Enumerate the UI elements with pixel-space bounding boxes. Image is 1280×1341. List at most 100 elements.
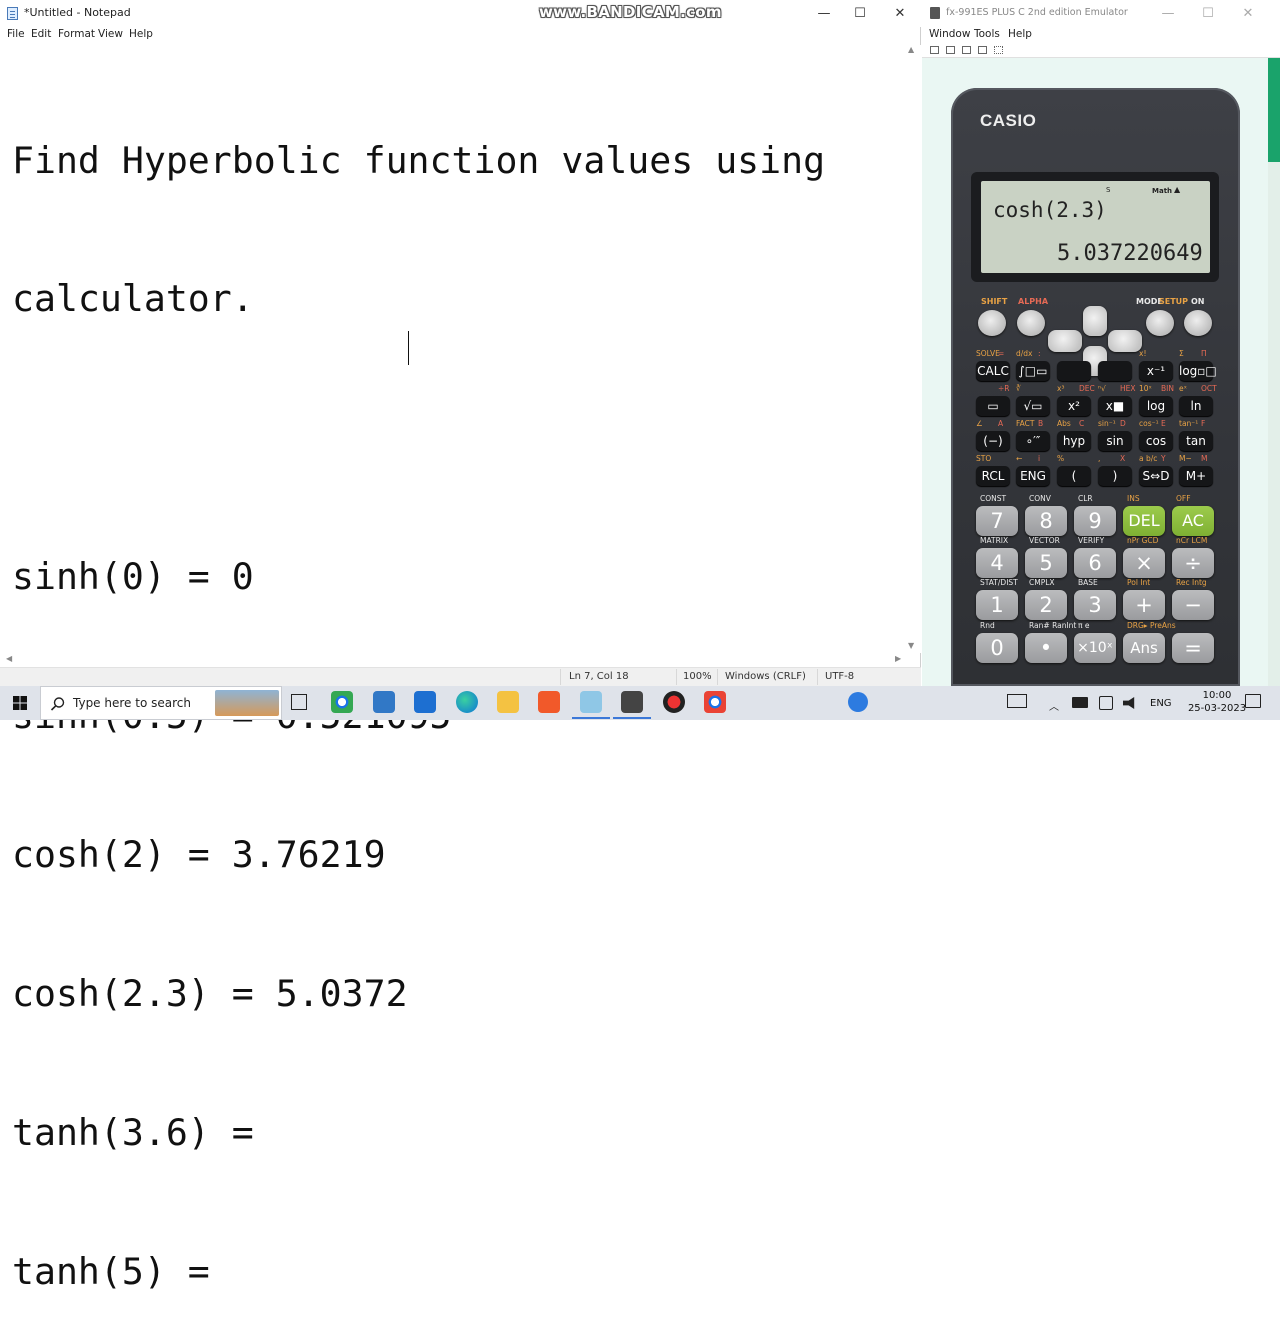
chrome-icon[interactable] — [331, 691, 353, 713]
number-key[interactable]: 3 — [1074, 590, 1116, 620]
number-key[interactable]: − — [1172, 590, 1214, 620]
language-indicator[interactable]: ENG — [1150, 698, 1172, 709]
start-button[interactable] — [0, 686, 40, 720]
on-key[interactable] — [1184, 310, 1212, 336]
menu-format[interactable]: Format — [58, 27, 95, 41]
number-key[interactable]: ÷ — [1172, 548, 1214, 578]
number-key[interactable]: 4 — [976, 548, 1018, 578]
function-key[interactable]: x■ — [1098, 396, 1132, 416]
bandicam-icon[interactable] — [663, 691, 685, 713]
menu-help[interactable]: Help — [129, 27, 153, 41]
function-key[interactable]: ∫□▭ — [1016, 361, 1050, 381]
notepad-taskbar-icon[interactable] — [580, 691, 602, 713]
number-key[interactable]: ×10ˣ — [1074, 633, 1116, 663]
function-key[interactable]: ▭ — [976, 396, 1010, 416]
number-key[interactable]: 9 — [1074, 506, 1116, 536]
emulator-maximize-button[interactable]: ☐ — [1188, 0, 1228, 27]
function-key[interactable]: ) — [1098, 466, 1132, 486]
ac-key[interactable]: AC — [1172, 506, 1214, 536]
number-key[interactable]: + — [1123, 590, 1165, 620]
scroll-down-icon[interactable]: ▼ — [908, 641, 914, 650]
function-key[interactable]: cos — [1139, 431, 1173, 451]
function-key[interactable]: CALC — [976, 361, 1010, 381]
chevron-up-icon[interactable]: ︿ — [1049, 698, 1059, 713]
notification-icon[interactable] — [1245, 694, 1261, 708]
function-key[interactable]: RCL — [976, 466, 1010, 486]
horizontal-scrollbar[interactable] — [0, 653, 905, 667]
function-key[interactable]: log▫□ — [1179, 361, 1217, 381]
number-key[interactable]: 2 — [1025, 590, 1067, 620]
number-key[interactable]: × — [1123, 548, 1165, 578]
scroll-up-icon[interactable]: ▲ — [908, 45, 914, 54]
maximize-button[interactable]: ☐ — [840, 0, 880, 27]
shift-function-label: a b/c — [1139, 454, 1158, 463]
toolbar-icon[interactable] — [946, 46, 955, 54]
shift-key[interactable] — [978, 310, 1006, 336]
minimize-button[interactable]: — — [804, 0, 844, 27]
function-key[interactable]: (−) — [976, 431, 1010, 451]
notepad-titlebar[interactable]: *Untitled - Notepad — ☐ ✕ — [0, 0, 921, 27]
function-key[interactable]: sin — [1098, 431, 1132, 451]
number-key[interactable]: 7 — [976, 506, 1018, 536]
left-arrow-key[interactable] — [1048, 330, 1082, 352]
task-view-icon[interactable] — [291, 694, 307, 710]
notepad-text-area[interactable]: Find Hyperbolic function values using ca… — [12, 45, 902, 1293]
function-key[interactable]: M+ — [1179, 466, 1213, 486]
function-key[interactable]: √▭ — [1016, 396, 1050, 416]
menu-view[interactable]: View — [98, 27, 123, 41]
function-key[interactable]: S⇔D — [1139, 466, 1173, 486]
scroll-right-icon[interactable]: ▶ — [895, 654, 901, 663]
number-key[interactable]: 8 — [1025, 506, 1067, 536]
function-key[interactable]: ln — [1179, 396, 1213, 416]
emu-menu-help[interactable]: Help — [1008, 27, 1032, 41]
function-key[interactable]: tan — [1179, 431, 1213, 451]
mail-icon[interactable] — [414, 691, 436, 713]
store-icon[interactable] — [373, 691, 395, 713]
number-key[interactable]: 0 — [976, 633, 1018, 663]
right-arrow-key[interactable] — [1108, 330, 1142, 352]
help-icon[interactable] — [848, 692, 868, 712]
edge-icon[interactable] — [456, 691, 478, 713]
up-arrow-key[interactable] — [1083, 306, 1107, 336]
calculator-taskbar-icon[interactable] — [621, 691, 643, 713]
number-key[interactable]: 1 — [976, 590, 1018, 620]
emulator-close-button[interactable]: ✕ — [1228, 0, 1268, 27]
emulator-scrollbar[interactable] — [1268, 58, 1280, 162]
function-key[interactable]: log — [1139, 396, 1173, 416]
wifi-icon[interactable] — [1099, 696, 1113, 710]
number-key[interactable]: = — [1172, 633, 1214, 663]
function-key[interactable]: ENG — [1016, 466, 1050, 486]
close-button[interactable]: ✕ — [880, 0, 920, 27]
file-explorer-icon[interactable] — [497, 691, 519, 713]
brave-icon[interactable] — [538, 691, 560, 713]
function-key[interactable]: ∘′″ — [1016, 431, 1050, 451]
menu-file[interactable]: File — [7, 27, 25, 41]
function-key[interactable]: hyp — [1057, 431, 1091, 451]
del-key[interactable]: DEL — [1123, 506, 1165, 536]
emu-menu-tools[interactable]: Tools — [974, 27, 1000, 41]
number-key[interactable]: 6 — [1074, 548, 1116, 578]
keyboard-icon[interactable] — [1007, 694, 1027, 708]
function-key[interactable] — [1098, 361, 1132, 381]
number-key[interactable]: Ans — [1123, 633, 1165, 663]
emulator-minimize-button[interactable]: — — [1148, 0, 1188, 27]
number-key[interactable]: • — [1025, 633, 1067, 663]
network-icon[interactable] — [1072, 697, 1088, 708]
scroll-left-icon[interactable]: ◀ — [6, 654, 12, 663]
alpha-key[interactable] — [1017, 310, 1045, 336]
function-key[interactable]: x² — [1057, 396, 1091, 416]
taskbar-clock[interactable]: 10:00 25-03-2023 — [1185, 689, 1249, 715]
number-key[interactable]: 5 — [1025, 548, 1067, 578]
vertical-scrollbar[interactable] — [905, 45, 921, 653]
toolbar-icon[interactable] — [994, 46, 1003, 54]
menu-edit[interactable]: Edit — [31, 27, 51, 41]
emu-menu-window[interactable]: Window — [929, 27, 970, 41]
function-key[interactable]: ( — [1057, 466, 1091, 486]
function-key[interactable]: x⁻¹ — [1139, 361, 1173, 381]
toolbar-icon[interactable] — [978, 46, 987, 54]
toolbar-icon[interactable] — [962, 46, 971, 54]
function-key[interactable] — [1057, 361, 1091, 381]
mode-key[interactable] — [1146, 310, 1174, 336]
chrome-profile-icon[interactable] — [704, 691, 726, 713]
toolbar-icon[interactable] — [930, 46, 939, 54]
